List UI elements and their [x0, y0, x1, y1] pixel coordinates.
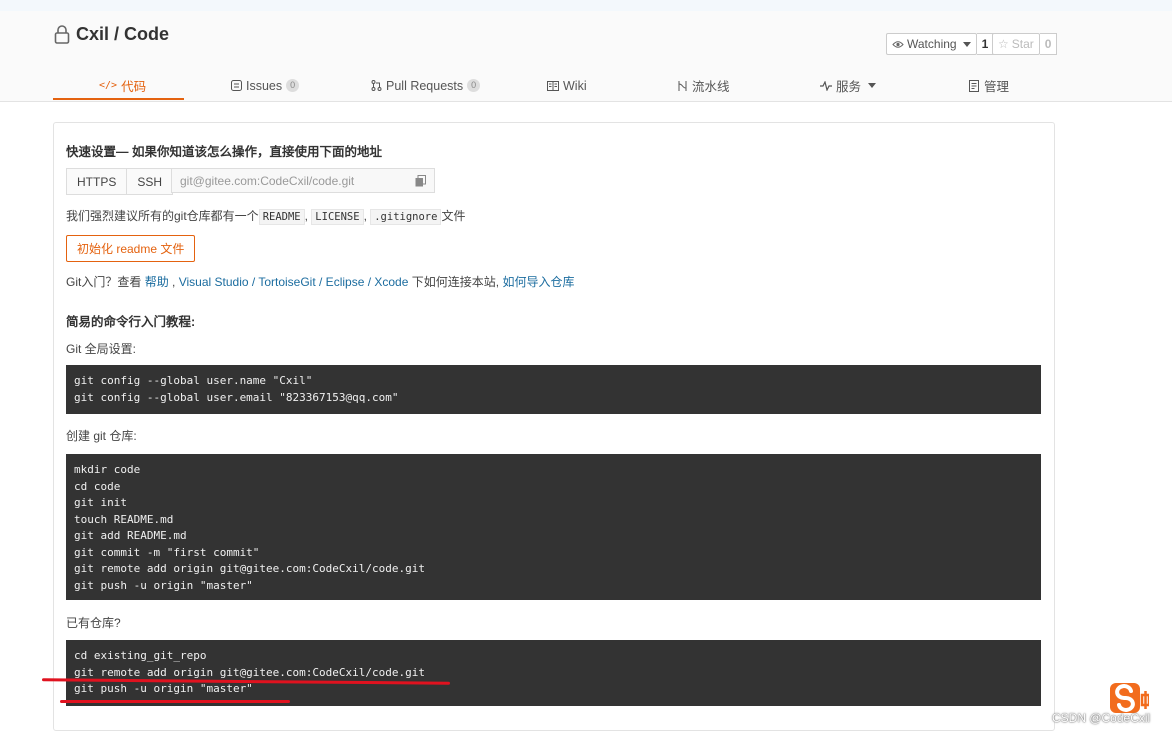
manage-icon	[969, 79, 979, 92]
tab-wiki-label: Wiki	[563, 78, 587, 93]
pull-request-icon	[371, 80, 382, 91]
tab-pull-requests-label: Pull Requests	[386, 78, 464, 93]
wiki-icon	[547, 80, 559, 91]
help-link[interactable]: 帮助	[145, 275, 169, 289]
watch-group: Watching 1	[886, 33, 995, 55]
code-line: git push -u origin "master"	[74, 578, 253, 592]
tab-manage-label: 管理	[984, 80, 1010, 94]
lock-icon	[54, 25, 70, 44]
code-line: git push -u origin "master"	[74, 682, 253, 695]
repo-header: Cxil / Code Watching 1 ☆ Star 0 </> 代码 I…	[0, 11, 1172, 102]
code-icon: </>	[99, 80, 118, 91]
protocol-switch: HTTPS SSH	[66, 168, 174, 195]
tab-pipeline[interactable]: 流水线	[677, 71, 730, 100]
code-line: mkdir code	[74, 463, 141, 476]
tab-code[interactable]: </> 代码	[99, 71, 146, 100]
clone-url-input[interactable]: git@gitee.com:CodeCxil/code.git	[171, 168, 435, 193]
readme-code: README	[258, 209, 305, 225]
tab-pipeline-label: 流水线	[692, 80, 730, 94]
code-line: git config --global user.name "Cxil"	[74, 374, 313, 387]
code-line: git config --global user.email "82336715…	[74, 390, 399, 404]
star-icon: ☆	[998, 37, 1009, 51]
issues-icon	[231, 80, 242, 91]
code-line: git remote add origin git@gitee.com:Code…	[74, 665, 425, 679]
code-line: git init	[74, 496, 127, 509]
tab-code-label: 代码	[121, 80, 147, 94]
tab-manage[interactable]: 管理	[969, 71, 1009, 100]
code-line: git commit -m "first commit"	[74, 545, 260, 559]
active-tab-indicator	[53, 98, 184, 100]
star-count[interactable]: 0	[1039, 33, 1058, 55]
pull-requests-count-badge: 0	[467, 79, 481, 92]
tab-service[interactable]: 服务	[820, 71, 877, 100]
star-group: ☆ Star 0	[992, 33, 1058, 55]
annotation-underline	[60, 700, 290, 703]
existing-repo-code: cd existing_git_repo git remote add orig…	[66, 640, 1041, 706]
global-setup-code: git config --global user.name "Cxil" git…	[66, 365, 1041, 414]
watching-label: Watching	[907, 37, 957, 51]
quick-setup-heading: 快速设置— 如果你知道该怎么操作，直接使用下面的地址	[66, 145, 382, 159]
import-repo-link[interactable]: 如何导入仓库	[502, 275, 574, 289]
pipeline-icon	[678, 80, 687, 91]
service-icon	[820, 80, 832, 91]
code-line: cd existing_git_repo	[74, 649, 207, 662]
tab-wiki[interactable]: Wiki	[547, 71, 587, 100]
gitignore-code: .gitignore	[370, 209, 442, 225]
tab-issues[interactable]: Issues 0	[231, 71, 300, 100]
sogou-ime-icon	[1110, 683, 1149, 713]
star-label: Star	[1011, 37, 1034, 51]
create-repo-label: 创建 git 仓库:	[66, 429, 137, 443]
help-prefix: Git入门？查看	[66, 275, 142, 289]
top-strip	[0, 0, 1172, 11]
repo-title: Cxil / Code	[53, 22, 169, 46]
tools-links[interactable]: Visual Studio / TortoiseGit / Eclipse / …	[179, 275, 409, 289]
recommend-line: 我们强烈建议所有的git仓库都有一个 README, LICENSE, .giti…	[66, 209, 466, 225]
code-line: git remote add origin git@gitee.com:Code…	[74, 562, 425, 575]
tools-suffix: 下如何连接本站,	[411, 275, 500, 289]
copy-icon[interactable]	[415, 175, 426, 187]
tab-service-label: 服务	[836, 80, 862, 94]
https-button[interactable]: HTTPS	[66, 168, 128, 195]
ssh-button[interactable]: SSH	[127, 168, 174, 195]
issues-count-badge: 0	[286, 79, 300, 92]
existing-repo-label: 已有仓库?	[66, 616, 121, 630]
csdn-watermark: CSDN @CodeCxil	[1052, 711, 1151, 725]
repo-tabs: </> 代码 Issues 0 Pull Requests 0 Wiki 流水线…	[53, 71, 1053, 101]
recommend-prefix: 我们强烈建议所有的git仓库都有一个	[66, 209, 259, 223]
global-setup-label: Git 全局设置:	[66, 342, 137, 356]
chevron-down-icon	[868, 83, 877, 88]
tab-issues-label: Issues	[246, 78, 283, 93]
clone-url-value: git@gitee.com:CodeCxil/code.git	[180, 173, 355, 188]
help-line: Git入门？查看 帮助 , Visual Studio / TortoiseGi…	[66, 275, 575, 289]
repo-name[interactable]: Cxil / Code	[76, 24, 169, 45]
chevron-down-icon	[962, 41, 971, 47]
code-line: cd code	[74, 479, 121, 493]
init-readme-button[interactable]: 初始化 readme 文件	[66, 235, 196, 262]
watching-button[interactable]: Watching	[886, 33, 977, 55]
tutorial-heading: 简易的命令行入门教程:	[66, 315, 196, 329]
code-line: touch README.md	[74, 512, 174, 526]
license-code: LICENSE	[311, 209, 364, 225]
create-repo-code: mkdir code cd code git init touch README…	[66, 454, 1041, 600]
eye-icon	[892, 40, 904, 48]
code-line: git add README.md	[74, 529, 187, 542]
star-button[interactable]: ☆ Star	[992, 33, 1040, 55]
recommend-suffix: 文件	[441, 209, 466, 223]
tab-pull-requests[interactable]: Pull Requests 0	[371, 71, 481, 100]
